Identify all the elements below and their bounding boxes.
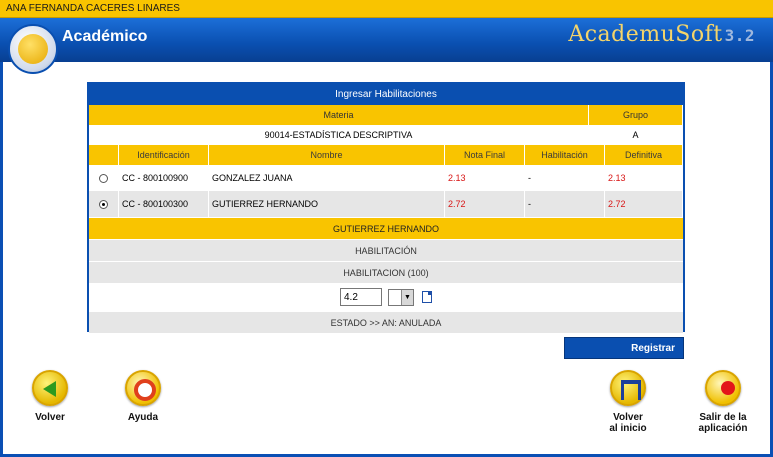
student-name: GUTIERREZ HERNANDO bbox=[209, 191, 445, 217]
student-radio-cell[interactable] bbox=[89, 191, 119, 217]
grade-type-select[interactable]: ▼ bbox=[388, 288, 414, 306]
definitiva-col-header: Definitiva bbox=[605, 145, 683, 165]
grade-input-row: ▼ bbox=[89, 283, 683, 311]
student-nota-final: 2.72 bbox=[445, 191, 525, 217]
exit-label-line2: aplicación bbox=[698, 423, 748, 434]
student-radio-cell[interactable] bbox=[89, 165, 119, 191]
student-name: GONZALEZ JUANA bbox=[209, 165, 445, 191]
student-nota-final: 2.13 bbox=[445, 165, 525, 191]
table-row[interactable]: CC - 800100300 GUTIERREZ HERNANDO 2.72 -… bbox=[89, 191, 683, 217]
students-header-row: Identificación Nombre Nota Final Habilit… bbox=[89, 145, 683, 165]
back-label: Volver bbox=[35, 412, 65, 423]
name-col-header: Nombre bbox=[209, 145, 445, 165]
home-label-line1: Volver bbox=[613, 412, 643, 423]
student-select-radio[interactable] bbox=[99, 200, 108, 210]
home-button[interactable]: Volver al inicio bbox=[598, 370, 658, 434]
estado-label: ESTADO >> AN: ANULADA bbox=[89, 311, 683, 333]
student-id: CC - 800100300 bbox=[119, 191, 209, 217]
habilitaciones-panel: Ingresar Habilitaciones Materia Grupo 90… bbox=[87, 82, 685, 333]
student-habilitacion: - bbox=[525, 165, 605, 191]
academico-logo-icon bbox=[8, 24, 58, 74]
brand-logo: AcademuSoft 3.2 bbox=[568, 22, 755, 47]
grade-input[interactable] bbox=[340, 288, 382, 306]
chevron-down-icon[interactable]: ▼ bbox=[401, 289, 413, 305]
exit-icon[interactable] bbox=[705, 370, 741, 406]
table-row[interactable]: CC - 800100900 GONZALEZ JUANA 2.13 - 2.1… bbox=[89, 165, 683, 191]
home-label-line2: al inicio bbox=[609, 423, 647, 434]
student-id: CC - 800100900 bbox=[119, 165, 209, 191]
back-arrow-icon[interactable] bbox=[32, 370, 68, 406]
habilitacion-sub-label: HABILITACION (100) bbox=[89, 261, 683, 283]
exit-button[interactable]: Salir de la aplicación bbox=[690, 370, 756, 434]
materia-header: Materia bbox=[89, 105, 589, 125]
app-header: Académico AcademuSoft 3.2 bbox=[0, 18, 773, 62]
panel-title: Ingresar Habilitaciones bbox=[89, 84, 683, 105]
select-col-header bbox=[89, 145, 119, 165]
logo-inner-icon bbox=[18, 34, 48, 64]
student-select-radio[interactable] bbox=[99, 174, 108, 184]
nota-final-col-header: Nota Final bbox=[445, 145, 525, 165]
exit-label-line1: Salir de la bbox=[699, 412, 747, 423]
register-button[interactable]: Registrar bbox=[564, 337, 684, 359]
back-button[interactable]: Volver bbox=[22, 370, 78, 423]
student-definitiva: 2.72 bbox=[605, 191, 683, 217]
grupo-header: Grupo bbox=[589, 105, 683, 125]
habilitacion-section-label: HABILITACIÓN bbox=[89, 239, 683, 261]
habilitacion-col-header: Habilitación bbox=[525, 145, 605, 165]
user-name-bar: ANA FERNANDA CACERES LINARES bbox=[0, 0, 773, 18]
document-icon[interactable] bbox=[422, 291, 432, 303]
grupo-value: A bbox=[589, 125, 683, 145]
help-button[interactable]: Ayuda bbox=[115, 370, 171, 423]
materia-value: 90014-ESTADÍSTICA DESCRIPTIVA bbox=[89, 125, 589, 145]
student-definitiva: 2.13 bbox=[605, 165, 683, 191]
lifebuoy-icon[interactable] bbox=[125, 370, 161, 406]
course-row: 90014-ESTADÍSTICA DESCRIPTIVA A bbox=[89, 125, 683, 145]
selected-student-name: GUTIERREZ HERNANDO bbox=[89, 217, 683, 239]
module-title: Académico bbox=[62, 28, 148, 45]
brand-version: 3.2 bbox=[724, 26, 755, 45]
home-icon[interactable] bbox=[610, 370, 646, 406]
course-header-row: Materia Grupo bbox=[89, 105, 683, 125]
brand-name: AcademuSoft bbox=[568, 22, 723, 47]
help-label: Ayuda bbox=[127, 412, 159, 423]
id-col-header: Identificación bbox=[119, 145, 209, 165]
student-habilitacion: - bbox=[525, 191, 605, 217]
